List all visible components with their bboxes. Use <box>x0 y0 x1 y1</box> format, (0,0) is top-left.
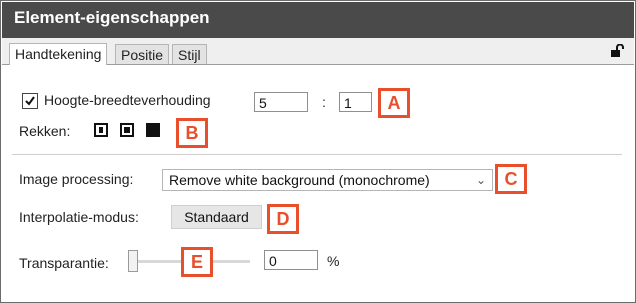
callout-e: E <box>181 247 213 277</box>
aspect-ratio-checkbox[interactable] <box>22 93 38 109</box>
transparency-label: Transparantie: <box>19 255 109 271</box>
tab-positie[interactable]: Positie <box>115 44 170 64</box>
aspect-ratio-label: Hoogte-breedteverhouding <box>44 92 211 108</box>
tab-handtekening[interactable]: Handtekening <box>9 43 108 65</box>
callout-d: D <box>267 204 299 234</box>
aspect-separator: : <box>322 94 326 110</box>
chevron-down-icon: ⌄ <box>475 173 486 187</box>
interpolation-label: Interpolatie-modus: <box>19 209 139 225</box>
unlock-icon[interactable] <box>610 43 624 58</box>
image-processing-select[interactable]: Remove white background (monochrome) ⌄ <box>162 169 493 191</box>
tab-stijl[interactable]: Stijl <box>172 44 207 64</box>
transparency-slider-thumb[interactable] <box>128 250 138 272</box>
transparency-input[interactable]: 0 <box>264 250 318 270</box>
panel-title: Element-eigenschappen <box>14 8 210 27</box>
stretch-option-1-icon[interactable] <box>94 123 108 137</box>
image-processing-label: Image processing: <box>19 171 134 187</box>
aspect-width-input[interactable]: 5 <box>254 92 308 112</box>
interpolation-mode-button[interactable]: Standaard <box>171 205 262 229</box>
stretch-option-3-icon[interactable] <box>146 123 160 137</box>
image-processing-value: Remove white background (monochrome) <box>169 172 430 188</box>
tab-strip: Handtekening Positie Stijl <box>2 38 634 65</box>
callout-c: C <box>495 164 527 194</box>
separator-1 <box>12 154 622 155</box>
callout-b: B <box>176 118 208 148</box>
transparency-unit: % <box>327 253 340 269</box>
panel-titlebar: Element-eigenschappen <box>2 2 634 38</box>
aspect-height-input[interactable]: 1 <box>339 92 372 112</box>
callout-a: A <box>378 88 410 118</box>
stretch-option-2-icon[interactable] <box>120 123 134 137</box>
stretch-label: Rekken: <box>19 123 71 139</box>
